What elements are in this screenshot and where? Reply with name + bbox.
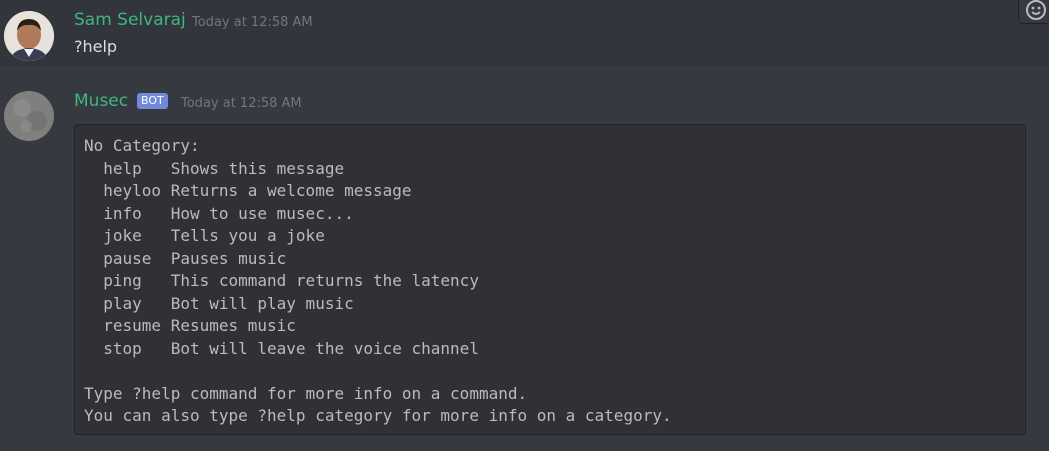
add-reaction-icon <box>1026 0 1046 20</box>
timestamp: Today at 12:58 AM <box>192 15 313 30</box>
message-content: ?help <box>74 37 118 56</box>
add-reaction-button[interactable] <box>1018 0 1049 24</box>
bot-badge: BOT <box>137 93 168 109</box>
code-block: No Category: help Shows this message hey… <box>74 124 1026 435</box>
username[interactable]: Musec <box>74 91 128 111</box>
timestamp: Today at 12:58 AM <box>181 96 302 111</box>
help-output-text: No Category: help Shows this message hey… <box>84 136 672 425</box>
avatar-musec[interactable] <box>4 91 54 141</box>
username[interactable]: Sam Selvaraj <box>74 10 186 30</box>
avatar-sam-selvaraj[interactable] <box>4 11 54 61</box>
